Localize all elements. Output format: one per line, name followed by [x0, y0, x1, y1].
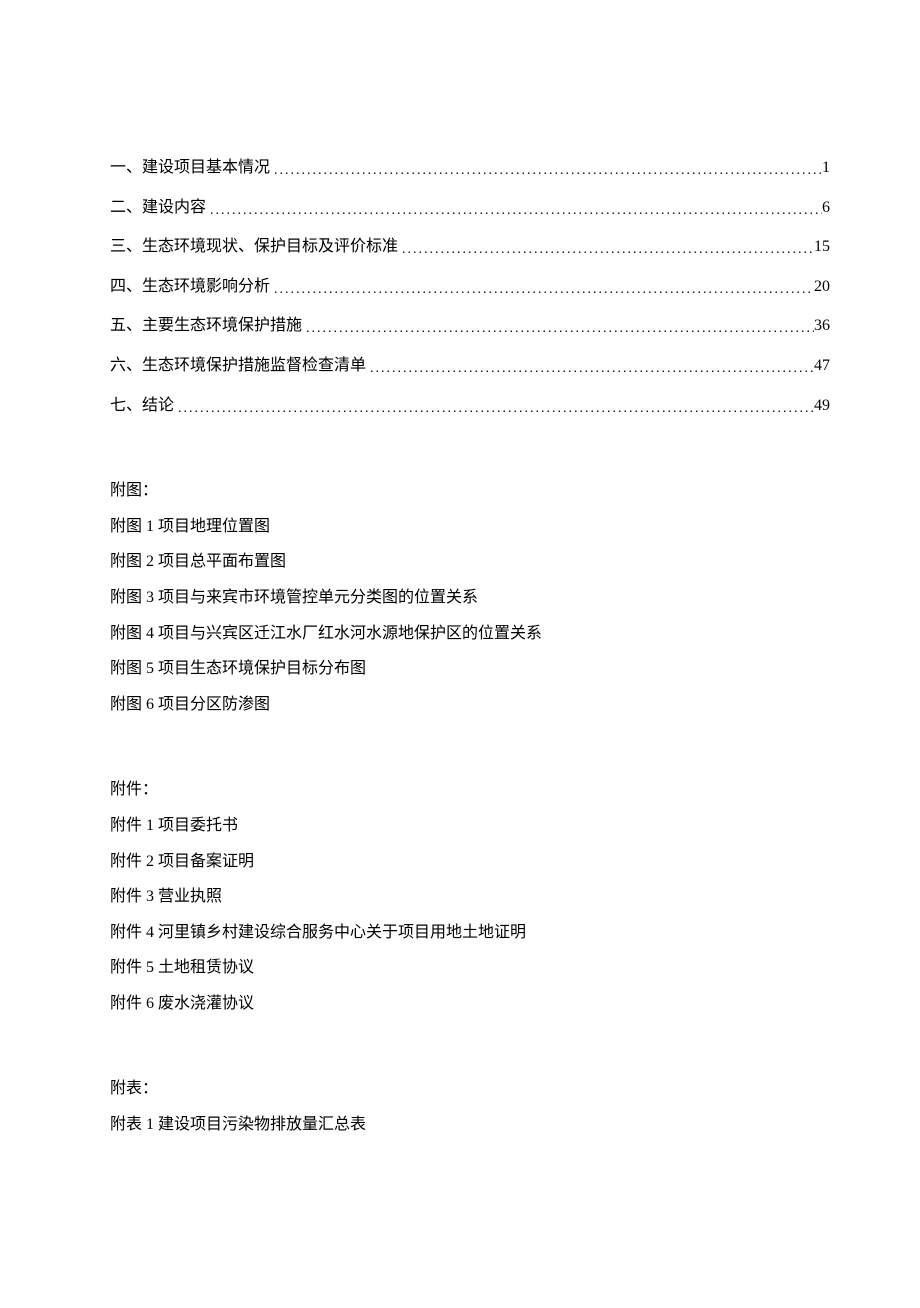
list-item: 附图 3 项目与来宾市环境管控单元分类图的位置关系 [110, 585, 830, 611]
toc-entry: 二、建设内容 6 [110, 195, 830, 221]
attachments-heading: 附件： [110, 777, 830, 803]
list-item: 附图 1 项目地理位置图 [110, 514, 830, 540]
list-item: 附件 1 项目委托书 [110, 813, 830, 839]
toc-dot-leader [270, 276, 814, 302]
toc-dot-leader [174, 395, 814, 421]
toc-entry-label: 一、建设项目基本情况 [110, 155, 270, 181]
toc-entry-page: 1 [822, 155, 830, 181]
list-item: 附图 5 项目生态环境保护目标分布图 [110, 656, 830, 682]
toc-entry-label: 二、建设内容 [110, 195, 206, 221]
toc-entry: 三、生态环境现状、保护目标及评价标准 15 [110, 234, 830, 260]
toc-entry-label: 六、生态环境保护措施监督检查清单 [110, 353, 366, 379]
list-item: 附表 1 建设项目污染物排放量汇总表 [110, 1112, 830, 1138]
toc-entry-page: 36 [814, 313, 830, 339]
toc-dot-leader [366, 355, 814, 381]
table-of-contents: 一、建设项目基本情况 1 二、建设内容 6 三、生态环境现状、保护目标及评价标准… [110, 155, 830, 418]
toc-dot-leader [270, 157, 822, 183]
toc-entry-label: 三、生态环境现状、保护目标及评价标准 [110, 234, 398, 260]
toc-dot-leader [302, 315, 814, 341]
tables-section: 附表： 附表 1 建设项目污染物排放量汇总表 [110, 1076, 830, 1137]
document-page: 一、建设项目基本情况 1 二、建设内容 6 三、生态环境现状、保护目标及评价标准… [0, 0, 920, 1308]
figures-heading: 附图： [110, 478, 830, 504]
tables-heading: 附表： [110, 1076, 830, 1102]
list-item: 附件 4 河里镇乡村建设综合服务中心关于项目用地土地证明 [110, 920, 830, 946]
toc-entry-label: 五、主要生态环境保护措施 [110, 313, 302, 339]
toc-entry-page: 47 [814, 353, 830, 379]
list-item: 附件 5 土地租赁协议 [110, 955, 830, 981]
list-item: 附件 2 项目备案证明 [110, 849, 830, 875]
toc-entry: 七、结论 49 [110, 393, 830, 419]
list-item: 附件 3 营业执照 [110, 884, 830, 910]
figures-section: 附图： 附图 1 项目地理位置图 附图 2 项目总平面布置图 附图 3 项目与来… [110, 478, 830, 717]
toc-entry: 六、生态环境保护措施监督检查清单 47 [110, 353, 830, 379]
attachments-section: 附件： 附件 1 项目委托书 附件 2 项目备案证明 附件 3 营业执照 附件 … [110, 777, 830, 1016]
list-item: 附图 4 项目与兴宾区迁江水厂红水河水源地保护区的位置关系 [110, 621, 830, 647]
toc-entry: 五、主要生态环境保护措施 36 [110, 313, 830, 339]
list-item: 附图 6 项目分区防渗图 [110, 692, 830, 718]
toc-entry: 一、建设项目基本情况 1 [110, 155, 830, 181]
toc-dot-leader [206, 197, 822, 223]
toc-entry-page: 15 [814, 234, 830, 260]
toc-entry-page: 6 [822, 195, 830, 221]
toc-entry-page: 20 [814, 274, 830, 300]
toc-entry-page: 49 [814, 393, 830, 419]
toc-dot-leader [398, 236, 814, 262]
toc-entry-label: 四、生态环境影响分析 [110, 274, 270, 300]
list-item: 附件 6 废水浇灌协议 [110, 991, 830, 1017]
toc-entry: 四、生态环境影响分析 20 [110, 274, 830, 300]
list-item: 附图 2 项目总平面布置图 [110, 549, 830, 575]
toc-entry-label: 七、结论 [110, 393, 174, 419]
